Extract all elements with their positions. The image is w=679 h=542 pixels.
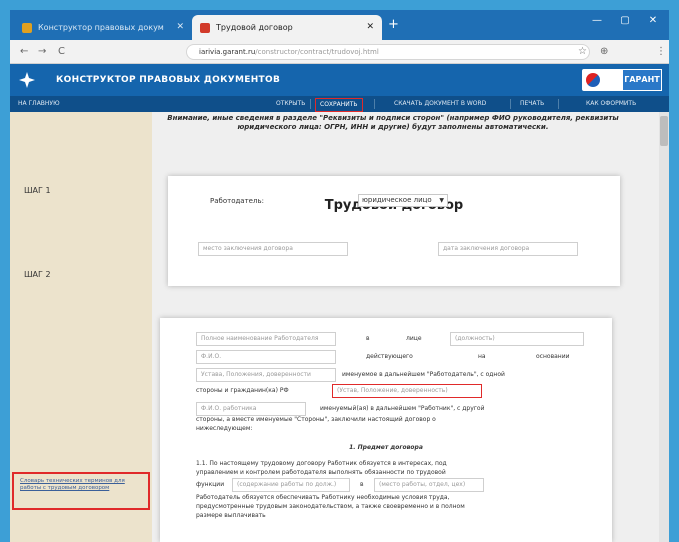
job-function-field[interactable]: (содержание работы по долж.) (232, 478, 350, 492)
employer-label: Работодатель: (210, 197, 264, 205)
director-fio-field[interactable]: Ф.И.О. (196, 350, 336, 364)
para-line: размере выплачивать (196, 512, 266, 519)
text-following: нижеследующем: (196, 425, 253, 432)
para-line: предусмотренные трудовым законодательств… (196, 503, 465, 510)
para-line: функции (196, 481, 225, 488)
menu-print[interactable]: ПЕЧАТЬ (520, 96, 544, 112)
text-in: в (366, 335, 370, 342)
extension-icon[interactable]: ⊕ (600, 44, 608, 60)
reload-icon[interactable]: C (58, 44, 65, 60)
text-in-dept: в (360, 481, 364, 488)
close-tab-icon[interactable]: ✕ (366, 15, 374, 40)
page-scrollbar[interactable] (659, 112, 669, 542)
menu-divider (310, 99, 311, 109)
garant-logo[interactable]: ГАРАНТ (622, 69, 662, 91)
menu-divider (558, 99, 559, 109)
authority-basis-field[interactable]: (Устав, Положение, доверенность) (332, 384, 482, 398)
browser-window: Конструктор правовых докум ✕ Трудовой до… (10, 10, 669, 542)
text-basis: основании (536, 353, 570, 360)
menu-icon[interactable]: ⋮ (656, 44, 666, 60)
tab-label: Конструктор правовых докум (38, 23, 164, 32)
dropdown-arrow-icon: ▼ (439, 197, 444, 204)
text-acting: действующего (366, 353, 413, 360)
tab-label: Трудовой договор (216, 23, 293, 32)
site-title: КОНСТРУКТОР ПРАВОВЫХ ДОКУМЕНТОВ (56, 75, 281, 85)
text-employer-ref: именуемое в дальнейшем "Работодатель", с… (342, 371, 505, 378)
back-icon[interactable]: ← (20, 44, 28, 60)
autofill-notice: Внимание, иные сведения в разделе "Рекви… (167, 114, 619, 131)
menu-divider (510, 99, 511, 109)
employer-type-value: юридическое лицо (362, 196, 432, 204)
menu-divider (374, 99, 375, 109)
terms-dictionary-link[interactable]: Словарь технических терминов для работы … (12, 472, 150, 510)
maximize-button[interactable]: ▢ (610, 10, 640, 32)
close-tab-icon[interactable]: ✕ (176, 15, 184, 40)
text-side-citizen: стороны и гражданин(ка) РФ (196, 387, 289, 394)
employer-name-field[interactable]: Полное наименование Работодателя (196, 332, 336, 346)
forward-icon[interactable]: → (38, 44, 46, 60)
employer-type-select[interactable]: юридическое лицо ▼ (358, 194, 448, 207)
employee-fio-field[interactable]: Ф.И.О. работника (196, 402, 306, 416)
text-other-sides: стороны, а вместе именуемые "Стороны", з… (196, 416, 436, 423)
minimize-button[interactable]: — (582, 10, 612, 32)
contract-date-field[interactable]: дата заключения договора (438, 242, 578, 256)
favicon-icon (200, 23, 210, 33)
left-sidebar: ШАГ 1 ШАГ 2 Словарь технических терминов… (10, 112, 152, 542)
tab-strip: Конструктор правовых докум ✕ Трудовой до… (10, 10, 669, 40)
constructor-logo-icon (19, 72, 35, 88)
para-line: 1.1. По настоящему трудовому договору Ра… (196, 460, 447, 467)
site-header: КОНСТРУКТОР ПРАВОВЫХ ДОКУМЕНТОВ ГАРАНТ (10, 64, 669, 96)
flag-icon (586, 73, 600, 87)
star-icon[interactable]: ☆ (578, 44, 587, 60)
menu-help[interactable]: КАК ОФОРМИТЬ (586, 96, 636, 112)
step-2-label: ШАГ 2 (24, 270, 51, 279)
para-line: управлением и контролем работодателя вып… (196, 469, 446, 476)
contract-place-field[interactable]: место заключения договора (198, 242, 348, 256)
text-on: на (478, 353, 486, 360)
tab-labor-contract[interactable]: Трудовой договор ✕ (192, 15, 382, 40)
menu-bar: НА ГЛАВНУЮ ОТКРЫТЬ СОХРАНИТЬ СКАЧАТЬ ДОК… (10, 96, 669, 112)
url-host: iarivia.garant.ru (199, 48, 256, 56)
url-path: /constructor/contract/trudovoj.html (255, 48, 379, 56)
menu-open[interactable]: ОТКРЫТЬ (276, 96, 305, 112)
address-bar: ← → C iarivia.garant.ru/constructor/cont… (10, 40, 669, 64)
url-input[interactable]: iarivia.garant.ru/constructor/contract/t… (186, 44, 590, 60)
step-1-label: ШАГ 1 (24, 186, 51, 195)
document-header-card: Трудовой договор место заключения догово… (168, 176, 620, 286)
new-tab-button[interactable]: + (388, 16, 399, 34)
scrollbar-thumb[interactable] (660, 116, 668, 146)
position-field[interactable]: (должность) (450, 332, 584, 346)
menu-save-button[interactable]: СОХРАНИТЬ (315, 98, 363, 112)
para-line: Работодатель обязуется обеспечивать Рабо… (196, 494, 450, 501)
section-1-heading: 1. Предмет договора (349, 444, 423, 451)
menu-home[interactable]: НА ГЛАВНУЮ (18, 96, 60, 112)
tab-constructor[interactable]: Конструктор правовых докум ✕ (14, 15, 192, 40)
authority-field[interactable]: Устава, Положения, доверенности (196, 368, 336, 382)
department-field[interactable]: (место работы, отдел, цех) (374, 478, 484, 492)
contract-body-card: Полное наименование Работодателя в лице … (160, 318, 612, 542)
text-worker-ref: именуемый(ая) в дальнейшем "Работник", с… (320, 405, 485, 412)
favicon-icon (22, 23, 32, 33)
menu-download[interactable]: СКАЧАТЬ ДОКУМЕНТ В WORD (394, 96, 486, 112)
text-person: лице (406, 335, 422, 342)
content-area: ШАГ 1 ШАГ 2 Словарь технических терминов… (10, 112, 669, 542)
close-window-button[interactable]: ✕ (638, 10, 668, 32)
